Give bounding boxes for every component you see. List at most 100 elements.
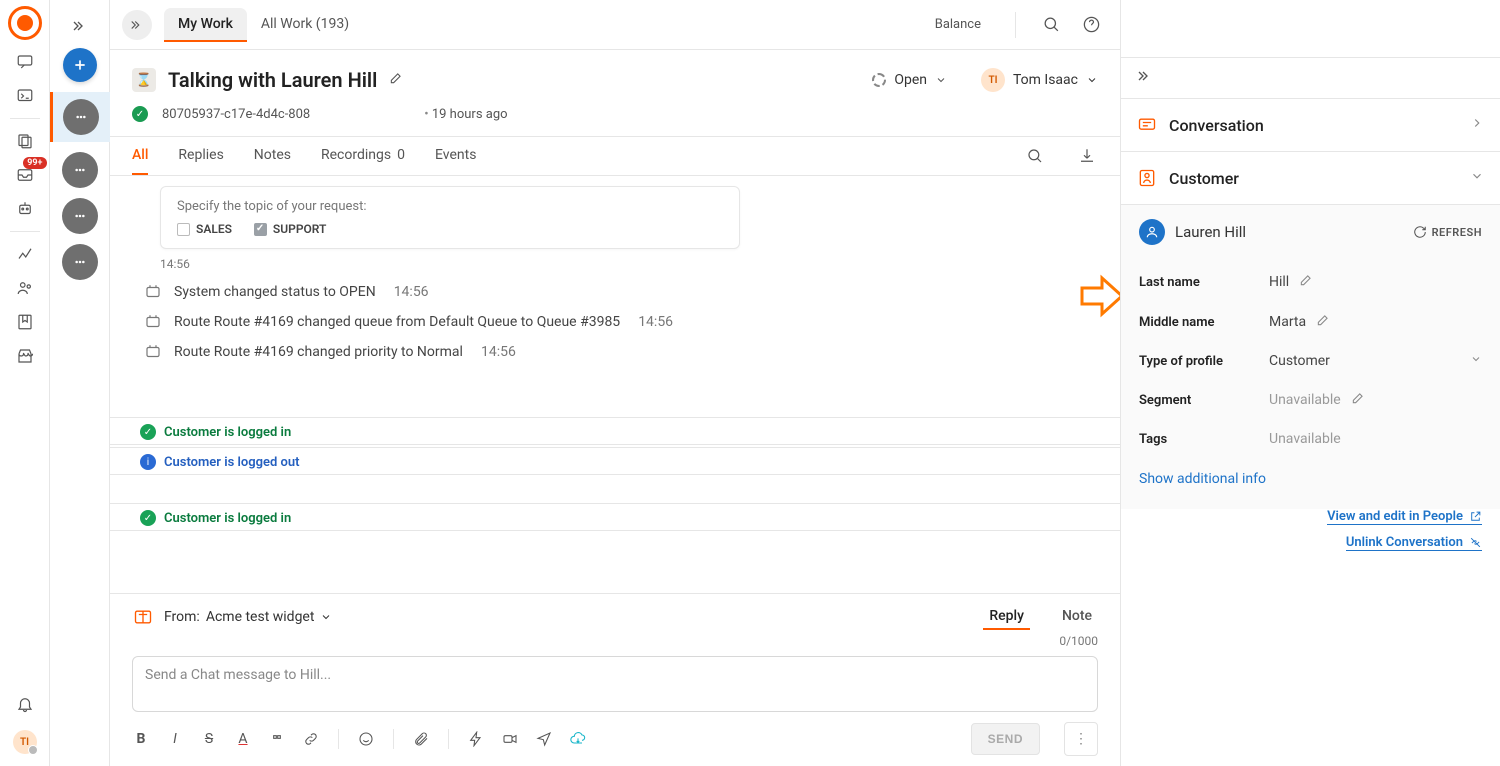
edit-icon[interactable] <box>1316 313 1330 331</box>
terminal-icon[interactable] <box>13 84 37 108</box>
conversation-header: ⌛ Talking with Lauren Hill Open TI Tom I… <box>110 50 1120 137</box>
check-icon: ✓ <box>132 106 148 122</box>
main-panel: My Work All Work (193) Balance ⌛ Talking… <box>110 0 1120 766</box>
customer-avatar-icon <box>1139 219 1165 245</box>
show-additional-link[interactable]: Show additional info <box>1139 471 1266 487</box>
send-button[interactable]: SEND <box>971 723 1040 755</box>
conversation-bubble[interactable] <box>62 198 98 234</box>
channel-icon <box>132 606 154 628</box>
bolt-icon[interactable] <box>467 730 485 748</box>
font-color-icon[interactable]: A <box>234 730 252 748</box>
thread: Specify the topic of your request: SALES… <box>110 176 1120 593</box>
help-icon[interactable] <box>1078 12 1104 38</box>
composer: From: Acme test widget Reply Note 0/1000… <box>110 593 1120 766</box>
tab-notes[interactable]: Notes <box>254 137 291 175</box>
expand-rail-icon[interactable] <box>68 14 92 38</box>
bookmark-icon[interactable] <box>13 310 37 334</box>
conversation-section-icon <box>1137 115 1157 135</box>
status-dropdown[interactable]: Open <box>872 72 947 88</box>
documents-icon[interactable] <box>13 129 37 153</box>
emoji-icon[interactable] <box>357 730 375 748</box>
customer-section-icon <box>1137 168 1157 188</box>
bold-icon[interactable]: B <box>132 730 150 748</box>
field-middle-name: Middle name Marta <box>1139 299 1482 339</box>
conversation-bubble[interactable] <box>62 244 98 280</box>
new-conversation-button[interactable] <box>63 48 97 82</box>
user-avatar-mini[interactable]: TI <box>13 730 37 754</box>
banner-logged-in: ✓Customer is logged in <box>130 506 301 530</box>
inbox-icon[interactable]: 99+ <box>13 163 37 187</box>
customer-details-body: Lauren Hill REFRESH Last name Hill Middl… <box>1121 205 1500 509</box>
section-customer[interactable]: Customer <box>1121 152 1500 205</box>
collapse-details-icon[interactable] <box>1121 58 1500 99</box>
agent-avatar: TI <box>981 68 1005 92</box>
conversation-bubble-active[interactable] <box>50 92 110 142</box>
topbar: My Work All Work (193) Balance <box>110 0 1120 50</box>
store-icon[interactable] <box>13 344 37 368</box>
from-dropdown[interactable]: From: Acme test widget <box>164 609 332 625</box>
tab-my-work[interactable]: My Work <box>164 8 247 42</box>
balance-label[interactable]: Balance <box>935 17 981 32</box>
field-tags: Tags Unavailable <box>1139 417 1482 455</box>
send-plane-icon[interactable] <box>535 730 553 748</box>
composer-more-button[interactable]: ⋮ <box>1064 722 1098 756</box>
team-icon[interactable] <box>13 276 37 300</box>
tab-replies[interactable]: Replies <box>178 137 223 175</box>
italic-icon[interactable]: I <box>166 730 184 748</box>
route-icon <box>144 343 162 361</box>
analytics-icon[interactable] <box>13 242 37 266</box>
banner-logged-out: iCustomer is logged out <box>130 450 310 474</box>
video-icon[interactable] <box>501 730 519 748</box>
conversation-rail <box>50 0 110 766</box>
bell-icon[interactable] <box>13 692 37 716</box>
conversation-id: 80705937-c17e-4d4c-808 <box>162 107 310 122</box>
tab-reply[interactable]: Reply <box>983 604 1030 630</box>
strike-icon[interactable]: S <box>200 730 218 748</box>
view-edit-people-link[interactable]: View and edit in People <box>1327 509 1482 525</box>
bot-icon[interactable] <box>13 197 37 221</box>
attachment-icon[interactable] <box>412 730 430 748</box>
hourglass-icon: ⌛ <box>132 68 156 92</box>
tab-recordings[interactable]: Recordings0 <box>321 137 405 175</box>
search-thread-icon[interactable] <box>1024 145 1046 167</box>
chat-icon[interactable] <box>13 50 37 74</box>
system-event: Route Route #4169 changed queue from Def… <box>144 313 1098 331</box>
edit-icon[interactable] <box>1299 273 1313 291</box>
cloud-icon[interactable] <box>569 730 587 748</box>
agent-dropdown[interactable]: TI Tom Isaac <box>981 68 1098 92</box>
message-input[interactable]: Send a Chat message to Hill... <box>132 656 1098 712</box>
checkbox-sales[interactable]: SALES <box>177 222 232 236</box>
tab-note[interactable]: Note <box>1056 604 1098 630</box>
thread-tabs: All Replies Notes Recordings0 Events <box>110 137 1120 176</box>
search-icon[interactable] <box>1038 12 1064 38</box>
system-event: Route Route #4169 changed priority to No… <box>144 343 1098 361</box>
checkbox-support[interactable]: SUPPORT <box>254 222 327 236</box>
section-conversation[interactable]: Conversation <box>1121 99 1500 152</box>
field-profile-type[interactable]: Type of profile Customer <box>1139 339 1482 377</box>
tab-all-work[interactable]: All Work (193) <box>247 8 363 42</box>
conversation-bubble[interactable] <box>62 152 98 188</box>
collapse-sidebar-button[interactable] <box>122 10 152 40</box>
char-counter: 0/1000 <box>132 634 1098 648</box>
conversation-title: Talking with Lauren Hill <box>168 68 377 92</box>
refresh-button[interactable]: REFRESH <box>1413 225 1482 239</box>
unlink-conversation-link[interactable]: Unlink Conversation <box>1346 535 1482 551</box>
agent-name: Tom Isaac <box>1013 72 1078 88</box>
tab-events[interactable]: Events <box>435 137 476 175</box>
card-timestamp: 14:56 <box>160 257 1098 271</box>
quote-icon[interactable] <box>268 730 286 748</box>
edit-icon[interactable] <box>1351 391 1365 409</box>
logo-icon[interactable] <box>8 6 42 40</box>
system-event: System changed status to OPEN14:56 <box>144 283 1098 301</box>
download-icon[interactable] <box>1076 145 1098 167</box>
field-last-name: Last name Hill <box>1139 259 1482 299</box>
field-segment: Segment Unavailable <box>1139 377 1482 417</box>
edit-title-icon[interactable] <box>389 71 407 89</box>
tab-all[interactable]: All <box>132 137 148 175</box>
status-label: Open <box>894 72 927 88</box>
route-icon <box>144 313 162 331</box>
link-icon[interactable] <box>302 730 320 748</box>
route-icon <box>144 283 162 301</box>
status-dot-icon <box>872 73 886 87</box>
customer-name: Lauren Hill <box>1175 223 1403 241</box>
